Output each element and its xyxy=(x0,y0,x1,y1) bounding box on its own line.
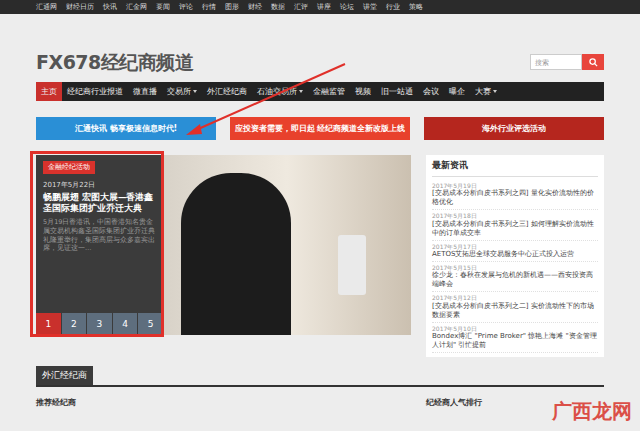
news-item[interactable]: 2017年5月17日 AETOS艾拓思全球交易服务中心正式投入运营 xyxy=(432,241,598,262)
pager-button[interactable]: 5 xyxy=(138,313,163,335)
top-bar-item[interactable]: 行业 xyxy=(386,0,400,14)
news-item[interactable]: 2017年5月12日 [交易成本分析白皮书系列之二] 实价流动性下的市场数据要素 xyxy=(432,292,598,322)
top-bar-item[interactable]: 讲座 xyxy=(317,0,331,14)
news-item[interactable]: 2017年5月15日 徐少龙：春秋在发展与危机的新机遇——西安投资高端峰会 xyxy=(432,262,598,292)
banner[interactable]: 汇通快讯 畅享极速信息时代! xyxy=(36,117,216,140)
news-item[interactable]: 2017年5月10日 Bondex博汇 "Prime Broker" 惊艳上海滩… xyxy=(432,323,598,353)
nav-item[interactable]: 大赛 xyxy=(470,82,502,101)
pager-button[interactable]: 1 xyxy=(36,313,61,335)
nav-item[interactable]: 旧一站通 xyxy=(376,82,418,101)
top-bar-item[interactable]: 评论 xyxy=(179,0,193,14)
watermark: 广西龙网 xyxy=(552,398,632,425)
banner[interactable]: 应投资者需要，即日起 经纪商频道全新改版上线 xyxy=(230,117,410,140)
slide-photo[interactable] xyxy=(163,155,411,335)
search: 搜索 xyxy=(530,54,604,70)
slide-summary: 5月19日香港讯，中国香港知名贵金属交易机构鑫圣国际集团扩业乔迁典礼隆重举行，集… xyxy=(43,218,156,313)
search-button[interactable] xyxy=(582,54,604,70)
pager-button[interactable]: 3 xyxy=(87,313,112,335)
banner-row: 汇通快讯 畅享极速信息时代! 应投资者需要，即日起 经纪商频道全新改版上线海外行业… xyxy=(36,117,604,140)
search-icon xyxy=(589,58,598,67)
slide-date: 2017年5月22日 xyxy=(43,180,156,190)
top-bar-item[interactable]: 快讯 xyxy=(103,0,117,14)
broker-section: 外汇经纪商 推荐经纪商 纪经商人气排行 xyxy=(36,363,604,408)
news-item[interactable]: 2017年5月19日 [交易成本分析白皮书系列之四] 量化实价流动性的价格优化 xyxy=(432,180,598,210)
nav-item[interactable]: 曝企 xyxy=(444,82,470,101)
top-bar-item[interactable]: 汇通网 xyxy=(36,0,57,14)
top-bar-item[interactable]: 财经 xyxy=(248,0,262,14)
nav-item[interactable]: 视频 xyxy=(350,82,376,101)
top-bar-item[interactable]: 图形 xyxy=(225,0,239,14)
top-bar: 汇通网财经日历快讯汇金网要闻评论行情图形财经数据汇评讲座论坛讲堂行业策略 xyxy=(0,0,640,14)
slide-caption[interactable]: 金融经纪活动 2017年5月22日 畅鹏展翅 宏图大展—香港鑫圣国际集团扩业乔迁… xyxy=(36,155,163,335)
pager-button[interactable]: 4 xyxy=(113,313,138,335)
slide-tag[interactable]: 金融经纪活动 xyxy=(43,161,95,174)
microphone-figure xyxy=(338,235,366,295)
top-bar-item[interactable]: 讲堂 xyxy=(363,0,377,14)
nav-item[interactable]: 主页 xyxy=(36,82,62,101)
annotation-box xyxy=(30,151,164,337)
top-bar-item[interactable]: 要闻 xyxy=(156,0,170,14)
top-bar-item[interactable]: 财经日历 xyxy=(66,0,94,14)
section-title: 外汇经纪商 xyxy=(36,366,93,385)
nav-item[interactable]: 微直播 xyxy=(128,82,162,101)
banner[interactable]: 海外行业评选活动 xyxy=(424,117,604,140)
person-figure xyxy=(181,173,291,335)
nav-item[interactable]: 经纪商行业报道 xyxy=(62,82,128,101)
site-title[interactable]: FX678经纪商频道 xyxy=(36,50,193,76)
section-column-title[interactable]: 推荐经纪商 xyxy=(36,397,411,408)
slide-title[interactable]: 畅鹏展翅 宏图大展—香港鑫圣国际集团扩业乔迁大典 xyxy=(43,192,156,214)
page: 汇通网财经日历快讯汇金网要闻评论行情图形财经数据汇评讲座论坛讲堂行业策略 FX6… xyxy=(0,0,640,431)
caret-icon xyxy=(299,90,303,93)
annotation-arrow-icon xyxy=(0,0,640,431)
slider: 金融经纪活动 2017年5月22日 畅鹏展翅 宏图大展—香港鑫圣国际集团扩业乔迁… xyxy=(36,155,411,335)
caret-icon xyxy=(493,90,497,93)
section-column-title[interactable]: 纪经商人气排行 xyxy=(426,397,482,408)
nav-item[interactable]: 外汇经纪商 xyxy=(202,82,252,101)
top-bar-item[interactable]: 数据 xyxy=(271,0,285,14)
nav-item[interactable]: 金融监管 xyxy=(308,82,350,101)
nav-item[interactable]: 会议 xyxy=(418,82,444,101)
top-bar-item[interactable]: 策略 xyxy=(409,0,423,14)
top-bar-item[interactable]: 行情 xyxy=(202,0,216,14)
news-panel: 最新资讯 2017年5月19日 [交易成本分析白皮书系列之四] 量化实价流动性的… xyxy=(426,155,604,357)
top-bar-item[interactable]: 汇评 xyxy=(294,0,308,14)
nav-bar: 主页经纪商行业报道微直播交易所外汇经纪商石油交易所金融监管视频旧一站通会议曝企大… xyxy=(36,82,604,101)
pager-button[interactable]: 2 xyxy=(62,313,87,335)
nav-item[interactable]: 石油交易所 xyxy=(252,82,308,101)
top-bar-item[interactable]: 论坛 xyxy=(340,0,354,14)
nav-item[interactable]: 交易所 xyxy=(162,82,202,101)
slide-pager: 12345 xyxy=(36,313,163,335)
search-input[interactable]: 搜索 xyxy=(530,54,582,70)
news-item[interactable]: 2017年5月18日 [交易成本分析白皮书系列之三] 如何理解实价流动性中的订单… xyxy=(432,210,598,240)
caret-icon xyxy=(193,90,197,93)
header: FX678经纪商频道 搜索 xyxy=(36,14,604,80)
news-title: 最新资讯 xyxy=(432,159,598,177)
top-bar-item[interactable]: 汇金网 xyxy=(126,0,147,14)
